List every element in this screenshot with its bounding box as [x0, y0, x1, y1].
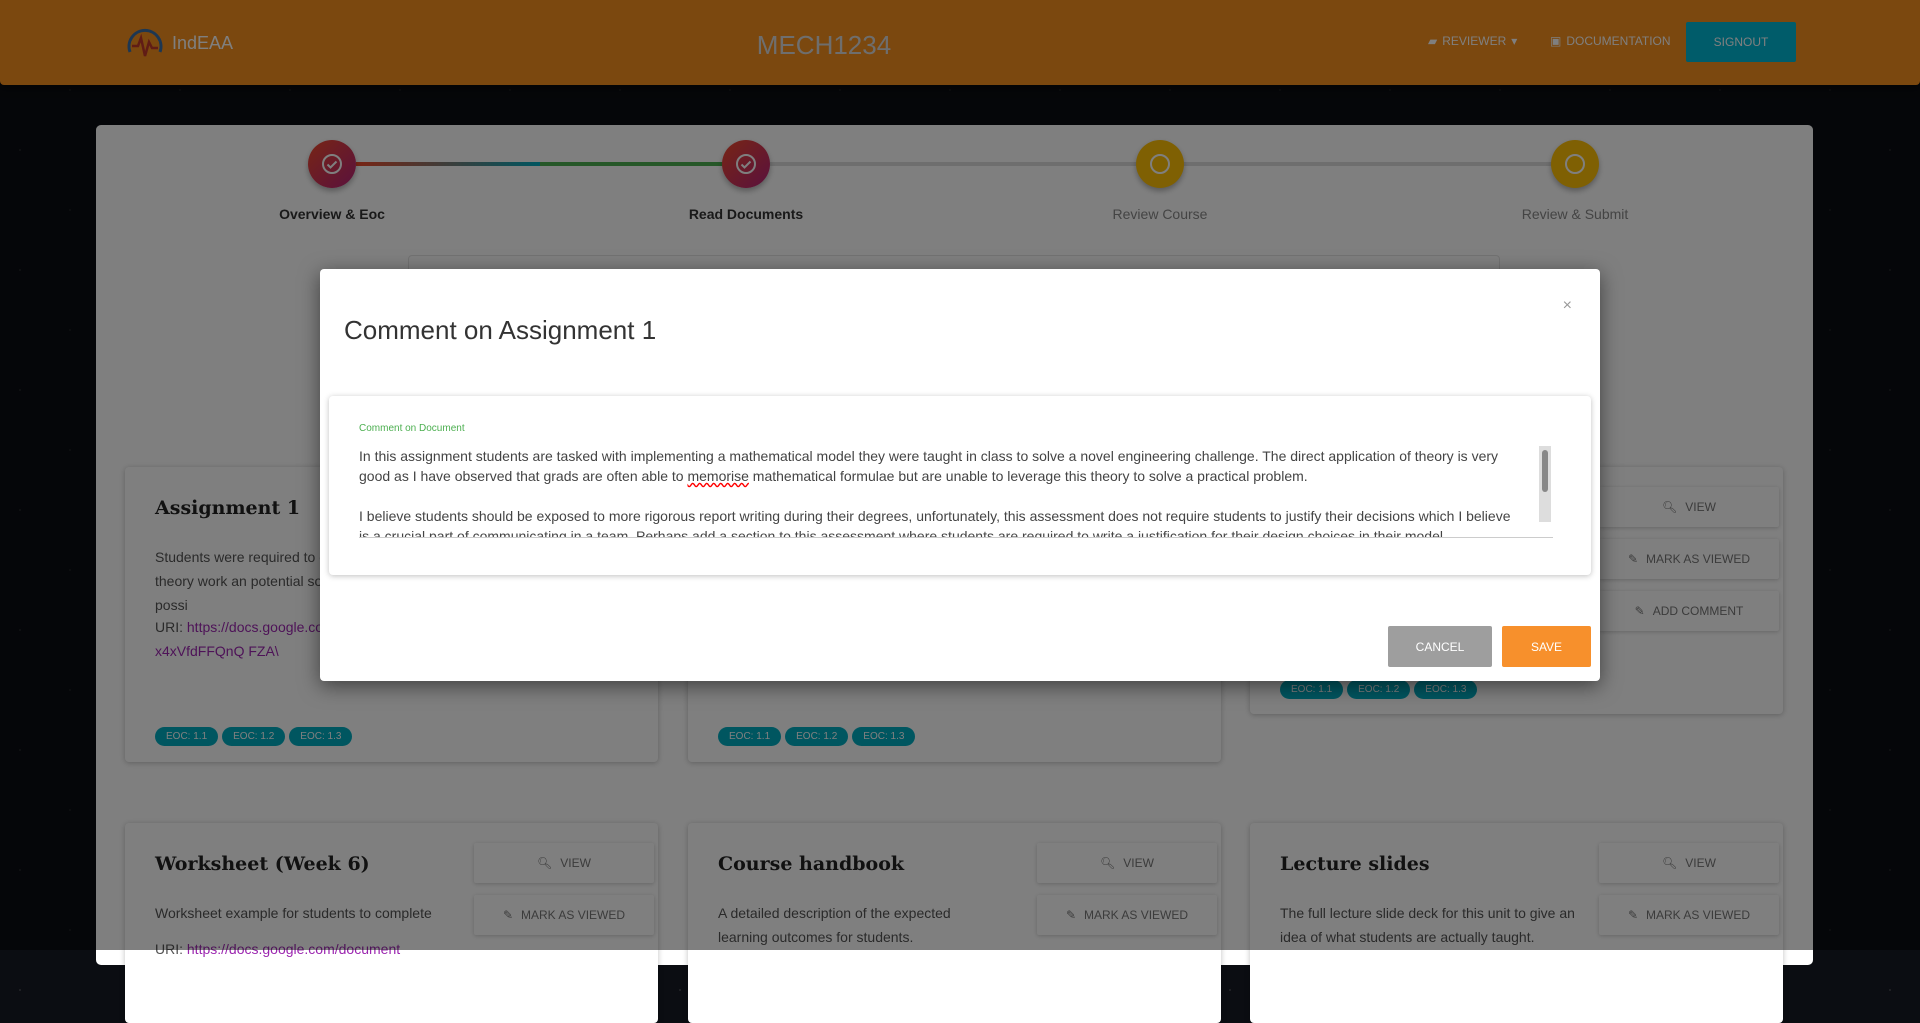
close-icon[interactable]: × [1563, 297, 1572, 315]
textarea-scrollbar[interactable] [1539, 446, 1551, 522]
misspelled-word: memorise [687, 468, 749, 484]
comment-modal: Comment on Assignment 1 × Comment on Doc… [320, 269, 1600, 681]
cancel-button[interactable]: CANCEL [1388, 626, 1492, 667]
comment-text: I believe students should be exposed to … [359, 508, 1515, 538]
modal-title: Comment on Assignment 1 [344, 315, 657, 345]
scrollbar-thumb[interactable] [1542, 450, 1548, 492]
comment-field-label: Comment on Document [359, 423, 465, 434]
comment-text: mathematical formulae but are unable to … [748, 468, 1308, 484]
save-button[interactable]: SAVE [1502, 626, 1591, 667]
comment-card: Comment on Document In this assignment s… [329, 396, 1591, 575]
comment-textarea[interactable]: In this assignment students are tasked w… [359, 446, 1553, 538]
